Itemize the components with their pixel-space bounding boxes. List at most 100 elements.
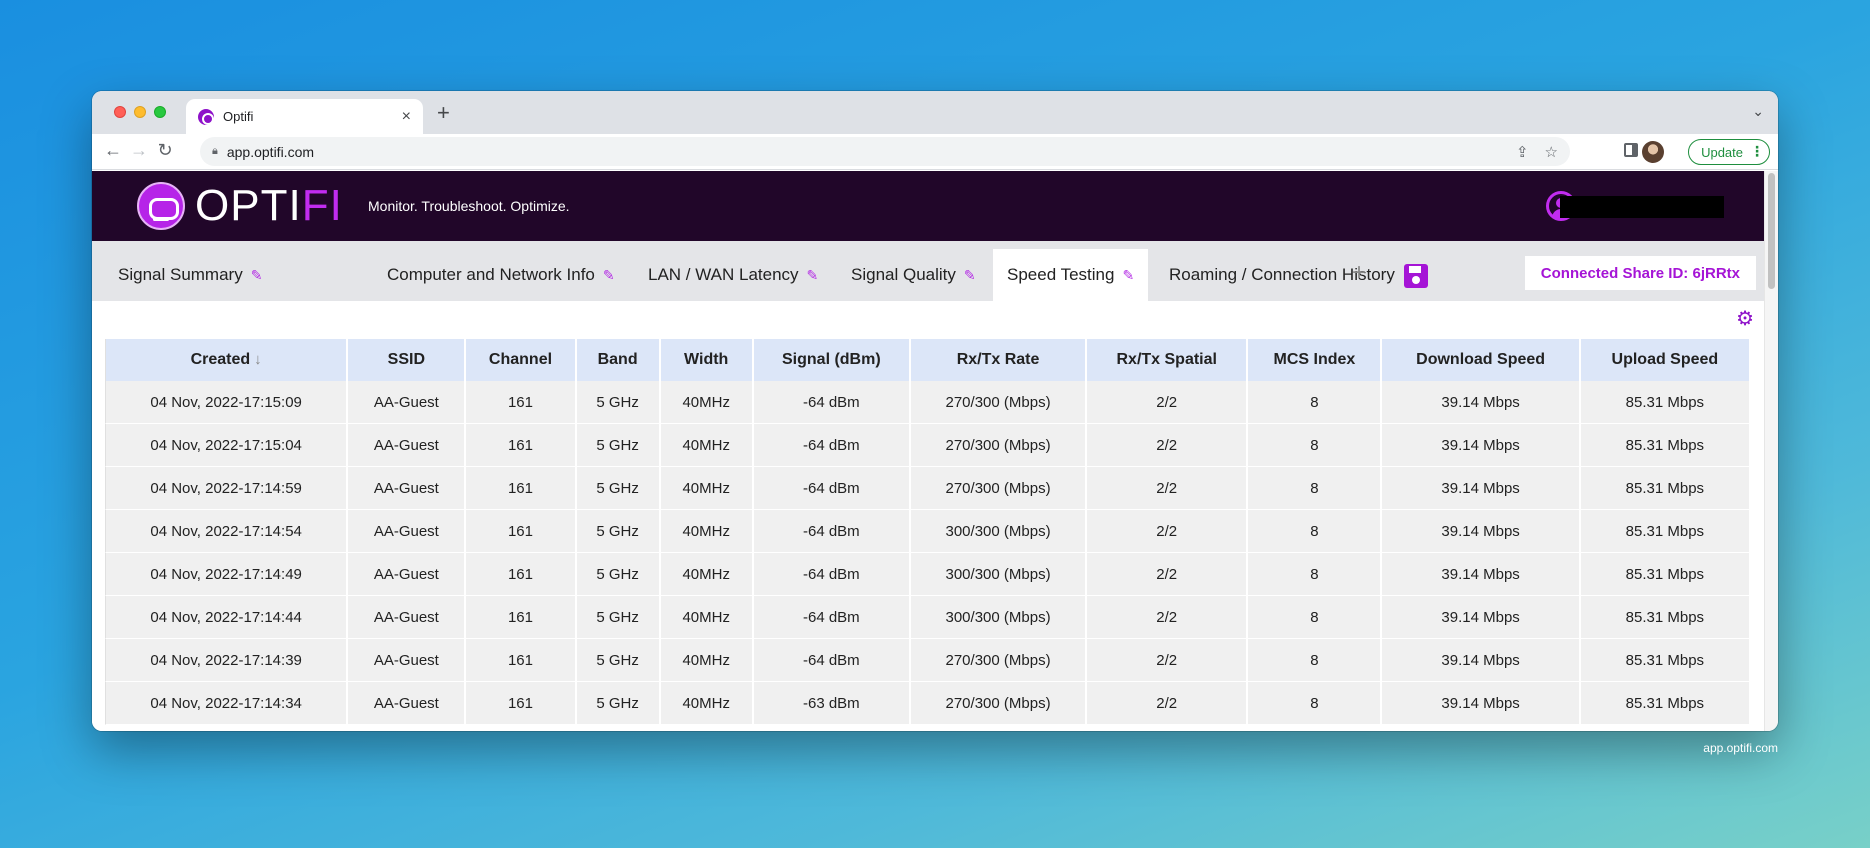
- table-cell: 270/300 (Mbps): [910, 467, 1088, 510]
- scrollbar-thumb[interactable]: [1768, 173, 1775, 289]
- app-header: OPTIFI Monitor. Troubleshoot. Optimize.: [92, 171, 1764, 241]
- table-cell: 161: [466, 467, 577, 510]
- table-row[interactable]: 04 Nov, 2022-17:14:44 AA-Guest 161 5 GHz 40M…: [105, 596, 1751, 639]
- table-cell: 300/300 (Mbps): [910, 596, 1088, 639]
- column-header-width[interactable]: Width: [660, 339, 754, 381]
- lock-icon[interactable]: 🔒︎: [212, 145, 218, 158]
- table-cell: -64 dBm: [753, 467, 911, 510]
- forward-arrow-icon[interactable]: →: [128, 140, 150, 161]
- table-cell: 39.14 Mbps: [1382, 381, 1581, 424]
- column-header-ssid[interactable]: SSID: [348, 339, 467, 381]
- side-panel-icon[interactable]: [1624, 143, 1638, 157]
- table-cell: 85.31 Mbps: [1580, 467, 1751, 510]
- url-text[interactable]: app.optifi.com: [227, 144, 1500, 160]
- table-row[interactable]: 04 Nov, 2022-17:14:54 AA-Guest 161 5 GHz 40M…: [105, 510, 1751, 553]
- redacted-username: [1560, 196, 1724, 218]
- table-cell: -64 dBm: [753, 381, 911, 424]
- table-cell: 270/300 (Mbps): [910, 639, 1088, 682]
- maximize-window-button[interactable]: [154, 106, 166, 118]
- table-row[interactable]: 04 Nov, 2022-17:14:59 AA-Guest 161 5 GHz 40M…: [105, 467, 1751, 510]
- table-cell: AA-Guest: [348, 381, 467, 424]
- tagline: Monitor. Troubleshoot. Optimize.: [368, 198, 570, 214]
- table-cell: 5 GHz: [576, 424, 661, 467]
- close-window-button[interactable]: [114, 106, 126, 118]
- table-cell: 2/2: [1087, 467, 1249, 510]
- table-cell: 04 Nov, 2022-17:14:34: [105, 682, 349, 725]
- table-row[interactable]: 04 Nov, 2022-17:14:34 AA-Guest 161 5 GHz 40M…: [105, 682, 1751, 725]
- address-bar[interactable]: 🔒︎ app.optifi.com ⇪ ☆: [200, 137, 1570, 166]
- browser-window: Optifi × + ⌄ ← → ↻ 🔒︎ app.optifi.com ⇪ ☆…: [92, 91, 1778, 731]
- column-header-created[interactable]: Created ↓: [105, 339, 349, 381]
- minimize-window-button[interactable]: [134, 106, 146, 118]
- table-cell: 40MHz: [660, 510, 754, 553]
- table-cell: -64 dBm: [753, 596, 911, 639]
- table-cell: 39.14 Mbps: [1382, 682, 1581, 725]
- new-tab-button[interactable]: +: [437, 100, 450, 126]
- table-cell: 8: [1248, 424, 1383, 467]
- close-tab-icon[interactable]: ×: [402, 108, 411, 125]
- column-header-band[interactable]: Band: [576, 339, 661, 381]
- optifi-favicon-icon: [198, 108, 214, 125]
- table-header-row: Created ↓ SSID Channel Band Width Signal …: [105, 339, 1751, 381]
- edit-pencil-icon[interactable]: ✎: [807, 267, 819, 284]
- optifi-logo[interactable]: OPTIFI: [137, 182, 343, 230]
- bookmark-star-icon[interactable]: ☆: [1545, 143, 1558, 161]
- table-cell: 85.31 Mbps: [1580, 381, 1751, 424]
- table-cell: 2/2: [1087, 510, 1249, 553]
- table-cell: 40MHz: [660, 553, 754, 596]
- table-row[interactable]: 04 Nov, 2022-17:14:49 AA-Guest 161 5 GHz 40M…: [105, 553, 1751, 596]
- tab-search-chevron-icon[interactable]: ⌄: [1752, 103, 1764, 120]
- table-row[interactable]: 04 Nov, 2022-17:14:39 AA-Guest 161 5 GHz 40M…: [105, 639, 1751, 682]
- table-cell: 40MHz: [660, 639, 754, 682]
- edit-pencil-icon[interactable]: ✎: [251, 267, 263, 284]
- page-scrollbar[interactable]: [1764, 171, 1778, 731]
- column-header-rx-tx-spatial[interactable]: Rx/Tx Spatial: [1087, 339, 1249, 381]
- column-header-rx-tx-rate[interactable]: Rx/Tx Rate: [910, 339, 1088, 381]
- table-cell: 85.31 Mbps: [1580, 553, 1751, 596]
- column-header-mcs-index[interactable]: MCS Index: [1248, 339, 1383, 381]
- reload-icon[interactable]: ↻: [154, 140, 176, 161]
- table-cell: 8: [1248, 381, 1383, 424]
- profile-avatar[interactable]: [1642, 141, 1664, 163]
- column-header-upload-speed[interactable]: Upload Speed: [1580, 339, 1751, 381]
- tab-signal-quality[interactable]: Signal Quality ✎: [837, 249, 990, 301]
- column-header-download-speed[interactable]: Download Speed: [1382, 339, 1581, 381]
- browser-tab-optifi[interactable]: Optifi ×: [186, 99, 423, 134]
- edit-pencil-icon[interactable]: ✎: [964, 267, 976, 284]
- table-cell: 85.31 Mbps: [1580, 596, 1751, 639]
- table-cell: 04 Nov, 2022-17:14:54: [105, 510, 349, 553]
- browser-menu-icon[interactable]: ⋮: [1750, 143, 1764, 160]
- gear-icon[interactable]: ⚙: [1736, 309, 1754, 329]
- table-cell: 8: [1248, 596, 1383, 639]
- share-icon[interactable]: ⇪: [1516, 143, 1529, 161]
- table-cell: 161: [466, 682, 577, 725]
- table-cell: 04 Nov, 2022-17:14:59: [105, 467, 349, 510]
- table-row[interactable]: 04 Nov, 2022-17:15:09 AA-Guest 161 5 GHz 40M…: [105, 381, 1751, 424]
- column-header-signal[interactable]: Signal (dBm): [753, 339, 911, 381]
- table-cell: 270/300 (Mbps): [910, 424, 1088, 467]
- table-cell: 04 Nov, 2022-17:15:09: [105, 381, 349, 424]
- column-header-channel[interactable]: Channel: [466, 339, 577, 381]
- table-cell: 39.14 Mbps: [1382, 553, 1581, 596]
- tab-roaming-connection-history[interactable]: Roaming / Connection History ✎: [1155, 249, 1429, 301]
- table-cell: 2/2: [1087, 596, 1249, 639]
- browser-tab-title: Optifi: [223, 109, 254, 124]
- table-cell: 5 GHz: [576, 596, 661, 639]
- edit-pencil-icon[interactable]: ✎: [603, 267, 615, 284]
- sort-down-arrow-icon[interactable]: ↓: [254, 351, 262, 368]
- tab-lan-wan-latency[interactable]: LAN / WAN Latency ✎: [634, 249, 832, 301]
- tab-computer-network-info[interactable]: Computer and Network Info ✎: [373, 249, 629, 301]
- table-cell: 8: [1248, 510, 1383, 553]
- optifi-logo-icon: [137, 182, 185, 230]
- tab-label: Computer and Network Info: [387, 265, 595, 284]
- table-cell: 2/2: [1087, 424, 1249, 467]
- add-tab-button[interactable]: +: [1352, 261, 1366, 285]
- tab-label: Signal Quality: [851, 265, 956, 284]
- tab-speed-testing[interactable]: Speed Testing ✎: [993, 249, 1149, 301]
- tab-signal-summary[interactable]: Signal Summary ✎: [104, 249, 276, 301]
- edit-pencil-icon[interactable]: ✎: [1122, 267, 1134, 284]
- save-icon[interactable]: [1404, 264, 1428, 288]
- tab-label: Speed Testing: [1007, 265, 1115, 284]
- table-row[interactable]: 04 Nov, 2022-17:15:04 AA-Guest 161 5 GHz 40M…: [105, 424, 1751, 467]
- back-arrow-icon[interactable]: ←: [102, 140, 124, 161]
